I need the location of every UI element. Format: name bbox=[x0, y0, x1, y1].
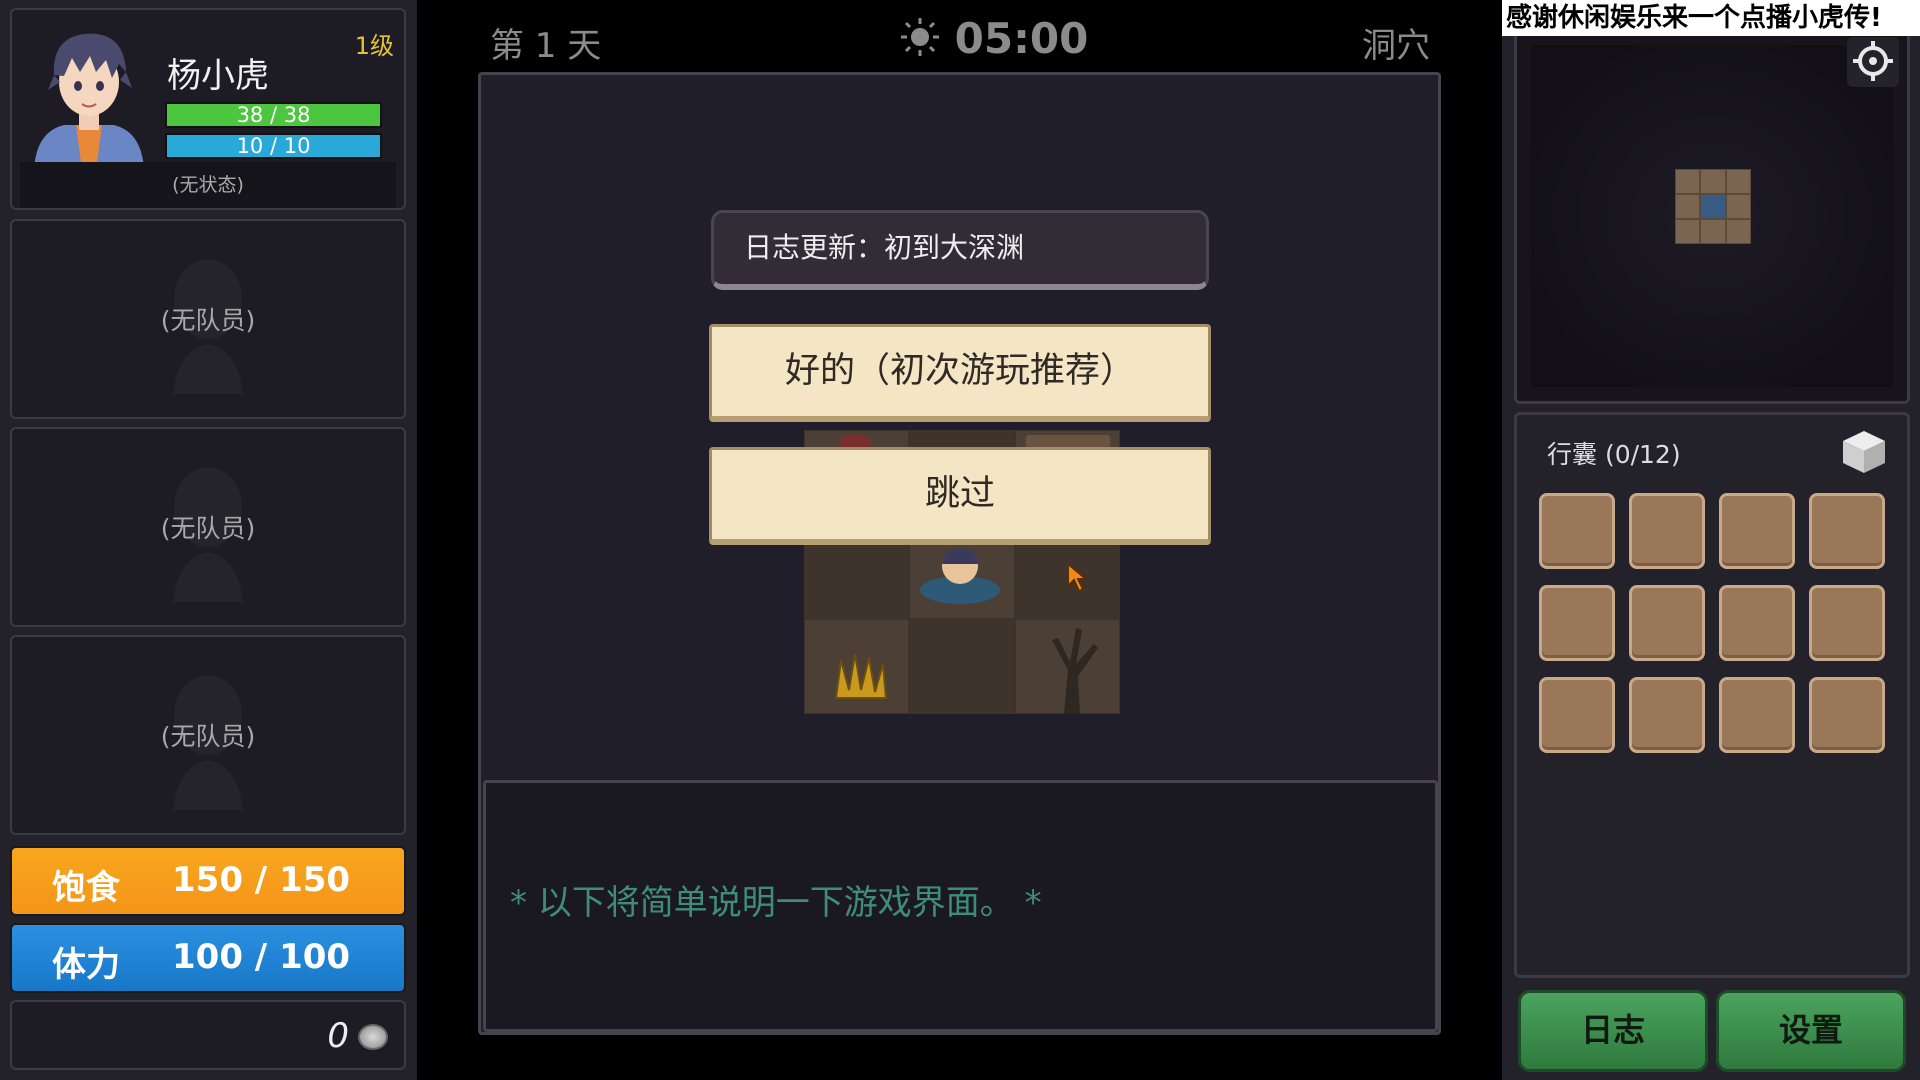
inventory-slot[interactable] bbox=[1809, 677, 1885, 753]
ok-button[interactable]: 好的（初次游玩推荐） bbox=[709, 324, 1211, 422]
party-slot-1[interactable]: (无队员) bbox=[10, 219, 406, 419]
map-tile[interactable] bbox=[804, 619, 910, 714]
log-button[interactable]: 日志 bbox=[1518, 990, 1708, 1072]
inventory-slot[interactable] bbox=[1629, 677, 1705, 753]
hero-portrait bbox=[34, 33, 144, 170]
clock: 05:00 bbox=[900, 14, 1088, 63]
minimap-tile bbox=[1675, 219, 1701, 244]
inventory-slot[interactable] bbox=[1719, 677, 1795, 753]
inventory-panel: 行囊 (0/12) bbox=[1514, 412, 1910, 978]
log-message: * 以下将简单说明一下游戏界面。 * bbox=[510, 883, 1042, 923]
hero-level: 1级 bbox=[354, 32, 394, 60]
skip-button[interactable]: 跳过 bbox=[709, 447, 1211, 545]
minimap-tile bbox=[1675, 169, 1701, 194]
location-pin-icon bbox=[1853, 41, 1893, 81]
inventory-slot[interactable] bbox=[1719, 585, 1795, 661]
inventory-grid bbox=[1539, 493, 1885, 753]
coin-value: 0 bbox=[327, 1016, 349, 1056]
inventory-title: 行囊 (0/12) bbox=[1547, 440, 1681, 469]
minimap-tile bbox=[1725, 219, 1751, 244]
player-icon bbox=[920, 547, 1001, 604]
coin-counter: 0 bbox=[10, 1000, 406, 1070]
inventory-slot[interactable] bbox=[1539, 585, 1615, 661]
minimap-tiles bbox=[1675, 169, 1751, 244]
hero-status: (无状态) bbox=[20, 162, 396, 208]
box-icon[interactable] bbox=[1839, 427, 1889, 475]
map-tile[interactable] bbox=[1014, 619, 1120, 715]
food-value: 150 / 150 bbox=[172, 860, 351, 900]
minimap-tile bbox=[1700, 169, 1726, 194]
minimap-tile bbox=[1700, 219, 1726, 244]
day-counter: 第 1 天 bbox=[490, 26, 602, 66]
inventory-slot[interactable] bbox=[1629, 585, 1705, 661]
sun-icon bbox=[901, 18, 939, 56]
stream-banner: 感谢休闲娱乐来一个点播小虎传! bbox=[1502, 0, 1920, 36]
party-slot-3[interactable]: (无队员) bbox=[10, 635, 406, 835]
inventory-slot[interactable] bbox=[1809, 585, 1885, 661]
map-tile[interactable] bbox=[909, 619, 1015, 714]
settings-button[interactable]: 设置 bbox=[1716, 990, 1906, 1072]
grass-icon bbox=[834, 654, 888, 700]
dead-tree-icon bbox=[1051, 628, 1098, 715]
message-log: * 以下将简单说明一下游戏界面。 * bbox=[483, 780, 1438, 1032]
food-stat: 饱食 150 / 150 bbox=[10, 846, 406, 916]
inventory-slot[interactable] bbox=[1629, 493, 1705, 569]
minimap-player bbox=[1700, 194, 1726, 219]
inventory-slot[interactable] bbox=[1539, 493, 1615, 569]
minimap-tile bbox=[1725, 169, 1751, 194]
minimap-tile bbox=[1725, 194, 1751, 219]
locate-button[interactable] bbox=[1847, 37, 1899, 87]
location-name: 洞穴 bbox=[1362, 26, 1430, 66]
cursor-icon bbox=[1067, 562, 1089, 593]
inventory-slot[interactable] bbox=[1719, 493, 1795, 569]
hero-card[interactable]: 杨小虎 1级 38 / 38 10 / 10 (无状态) bbox=[10, 8, 406, 210]
coin-icon bbox=[358, 1024, 388, 1050]
stamina-stat: 体力 100 / 100 bbox=[10, 923, 406, 993]
inventory-slot[interactable] bbox=[1809, 493, 1885, 569]
dialog-title: 日志更新：初到大深渊 bbox=[711, 210, 1209, 290]
party-slot-label: (无队员) bbox=[160, 722, 256, 751]
stamina-label: 体力 bbox=[52, 945, 120, 985]
party-slot-label: (无队员) bbox=[160, 306, 256, 335]
party-slot-2[interactable]: (无队员) bbox=[10, 427, 406, 627]
clock-time: 05:00 bbox=[954, 14, 1089, 63]
hero-name: 杨小虎 bbox=[167, 56, 269, 96]
food-label: 饱食 bbox=[52, 868, 120, 908]
minimap-tile bbox=[1675, 194, 1701, 219]
stamina-value: 100 / 100 bbox=[172, 937, 351, 977]
hp-bar: 38 / 38 bbox=[165, 102, 382, 128]
mp-bar: 10 / 10 bbox=[165, 133, 382, 159]
party-slot-label: (无队员) bbox=[160, 514, 256, 543]
inventory-slot[interactable] bbox=[1539, 677, 1615, 753]
